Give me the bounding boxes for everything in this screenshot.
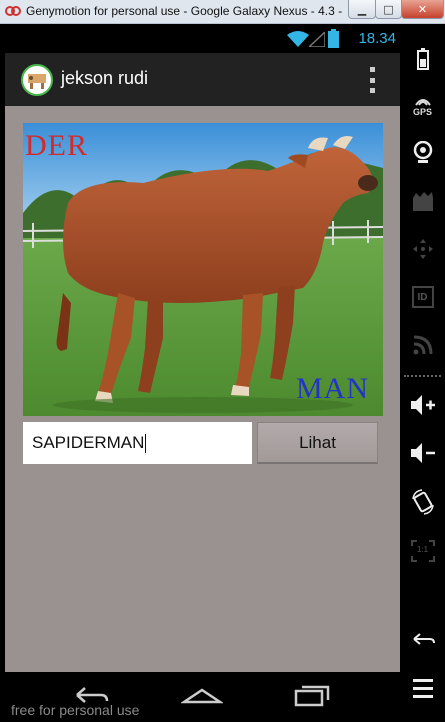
signal-icon xyxy=(309,32,325,47)
cow-photo: DER MAN xyxy=(23,123,383,416)
watermark-text: free for personal use xyxy=(11,702,140,718)
gps-tool-icon[interactable]: GPS xyxy=(400,92,445,122)
app-logo-icon[interactable] xyxy=(21,64,53,96)
remote-control-tool-icon[interactable] xyxy=(400,234,445,264)
phone-screen: 18.34 jekson rudi DER MAN SAPIDERMAN Lih… xyxy=(5,24,400,722)
lihat-button[interactable]: Lihat xyxy=(257,422,378,464)
photo-caption-top: DER xyxy=(25,129,88,162)
window-title: Genymotion for personal use - Google Gal… xyxy=(26,4,343,18)
close-button[interactable]: ✕ xyxy=(401,0,444,19)
genymotion-icon xyxy=(5,6,21,16)
home-icon[interactable] xyxy=(181,682,223,708)
battery-icon xyxy=(328,29,339,48)
wifi-icon xyxy=(287,31,309,47)
back-tool-icon[interactable] xyxy=(400,624,445,654)
action-bar-title: jekson rudi xyxy=(61,68,149,88)
status-bar: 18.34 xyxy=(5,24,400,53)
pixel-perfect-icon[interactable]: 1:1 xyxy=(400,536,445,566)
rss-tool-icon[interactable] xyxy=(400,330,445,360)
name-input[interactable]: SAPIDERMAN xyxy=(23,422,252,464)
pixel-perfect-label: 1:1 xyxy=(416,545,429,554)
window-titlebar: Genymotion for personal use - Google Gal… xyxy=(0,0,445,24)
device-id-tool-icon[interactable]: ID xyxy=(400,282,445,312)
rotate-screen-icon[interactable] xyxy=(400,486,445,518)
status-time: 18.34 xyxy=(358,30,396,47)
toolbar-divider xyxy=(404,375,441,377)
volume-up-icon[interactable] xyxy=(400,390,445,420)
recents-icon[interactable] xyxy=(292,682,332,708)
overflow-menu-icon[interactable] xyxy=(368,67,376,93)
photo-caption-bottom: MAN xyxy=(295,372,369,405)
emulator-window: Genymotion for personal use - Google Gal… xyxy=(0,0,445,722)
volume-down-icon[interactable] xyxy=(400,438,445,468)
minimize-button[interactable]: ▁ xyxy=(348,0,376,19)
action-bar: jekson rudi xyxy=(5,53,400,106)
device-id-label: ID xyxy=(411,286,434,308)
name-input-value: SAPIDERMAN xyxy=(32,433,145,452)
emulator-toolbar: GPS ID 1:1 xyxy=(400,24,445,722)
maximize-button[interactable]: □ xyxy=(375,0,402,19)
text-caret xyxy=(145,433,147,453)
pixel-perfect-frame: 1:1 xyxy=(410,540,435,562)
main-content: DER MAN SAPIDERMAN Lihat xyxy=(5,106,400,672)
menu-tool-icon[interactable] xyxy=(400,674,445,704)
webcam-tool-icon[interactable] xyxy=(400,137,445,169)
battery-tool-icon[interactable] xyxy=(400,44,445,74)
screencast-tool-icon[interactable] xyxy=(400,187,445,217)
gps-label: GPS xyxy=(412,107,432,117)
